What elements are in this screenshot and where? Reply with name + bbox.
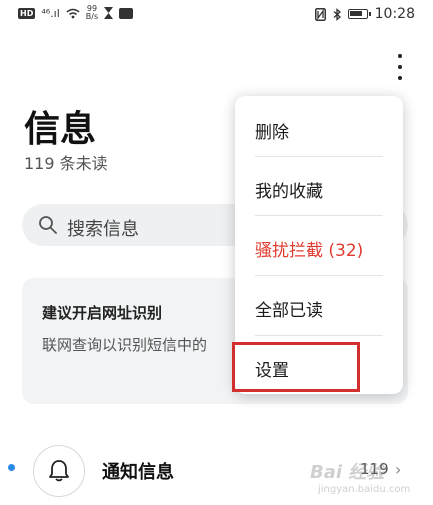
net-speed-unit: B/s	[85, 12, 99, 21]
battery-icon	[347, 9, 371, 19]
more-dot-middle	[398, 65, 402, 69]
watermark-logo: Bai 经验	[310, 462, 385, 483]
status-right: 10:28	[314, 6, 415, 22]
bell-icon	[49, 460, 69, 482]
nfc-icon	[314, 7, 326, 21]
bluetooth-icon	[333, 7, 341, 21]
menu-item-label: 设置	[255, 361, 289, 381]
menu-item-label: 我的收藏	[255, 182, 323, 202]
status-bar: HD ⁴⁶.ıl 99 B/s 10:28	[0, 0, 433, 30]
menu-item-favorites[interactable]: 我的收藏	[235, 157, 403, 216]
signal-icon: ⁴⁶.ıl	[41, 6, 60, 20]
net-speed: 99 B/s	[86, 5, 98, 21]
hd-badge: HD	[18, 7, 36, 19]
watermark-url: jingyan.baidu.com	[318, 484, 411, 495]
search-icon	[39, 216, 57, 234]
app-notification-icon	[119, 7, 134, 19]
clock: 10:28	[374, 6, 415, 22]
page-title: 信息	[24, 109, 97, 150]
watermark: Bai 经验 jingyan.baidu.com	[310, 458, 430, 502]
menu-item-mark-all-read[interactable]: 全部已读	[235, 276, 403, 335]
wifi-icon	[66, 8, 80, 18]
menu-item-label: 骚扰拦截 (32)	[255, 241, 364, 261]
avatar	[33, 445, 85, 497]
unread-dot	[8, 464, 15, 471]
more-dot-bottom	[398, 76, 402, 80]
menu-item-label: 删除	[255, 123, 289, 143]
menu-item-label: 全部已读	[255, 301, 323, 321]
more-dot-top	[398, 54, 402, 58]
overflow-menu: 删除 我的收藏 骚扰拦截 (32) 全部已读 设置	[235, 96, 403, 394]
status-left: HD ⁴⁶.ıl 99 B/s	[18, 5, 134, 21]
hourglass-icon	[104, 7, 114, 19]
card-description: 联网查询以识别短信中的	[42, 336, 208, 354]
menu-item-settings[interactable]: 设置	[235, 336, 403, 395]
more-options-icon[interactable]	[392, 54, 408, 80]
menu-item-spam-block[interactable]: 骚扰拦截 (32)	[235, 216, 403, 275]
conversation-title: 通知信息	[102, 462, 174, 483]
card-title: 建议开启网址识别	[42, 304, 163, 322]
unread-count: 119 条未读	[24, 154, 108, 173]
menu-item-delete[interactable]: 删除	[235, 98, 403, 157]
search-placeholder: 搜索信息	[67, 219, 139, 240]
